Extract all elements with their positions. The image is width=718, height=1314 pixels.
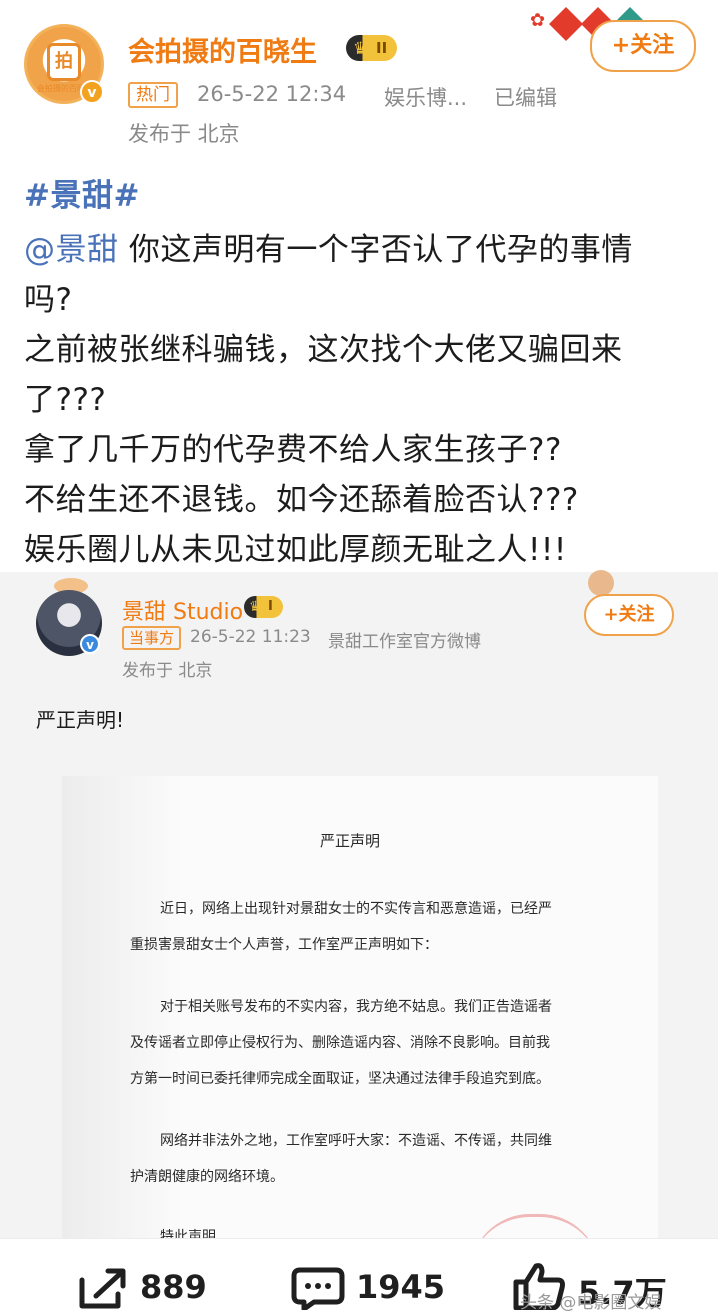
document-line: 近日，网络上出现针对景甜女士的不实传言和恶意造谣，已经严: [160, 901, 552, 917]
repost-source[interactable]: 景甜工作室官方微博: [328, 627, 481, 652]
verified-icon: v: [80, 80, 104, 104]
follow-button[interactable]: +关注: [590, 20, 696, 72]
crown-icon: ♛: [249, 599, 262, 615]
share-icon[interactable]: [78, 1266, 130, 1310]
hot-tag: 热门: [128, 82, 178, 108]
level-badge: ♛ II: [346, 35, 398, 61]
post-location: 发布于 北京: [128, 122, 240, 146]
comment-icon[interactable]: [290, 1266, 346, 1312]
post-text-line: 拿了几千万的代孕费不给人家生孩子??: [24, 432, 562, 468]
post-text-line: 娱乐圈儿从未见过如此厚颜无耻之人!!!: [24, 532, 567, 568]
comment-count[interactable]: 1945: [356, 1268, 445, 1306]
document-line: 对于相关账号发布的不实内容，我方绝不姑息。我们正告造谣者: [160, 999, 552, 1015]
post-text-line: 之前被张继科骗钱，这次找个大佬又骗回来: [24, 332, 623, 368]
repost-timestamp: 26-5-22 11:23: [190, 627, 311, 647]
document-line: 护清朗健康的网络环境。: [130, 1169, 284, 1185]
document-line: 方第一时间已委托律师完成全面取证，坚决通过法律手段追究到底。: [130, 1071, 550, 1087]
document-title: 严正声明: [320, 832, 381, 850]
share-count[interactable]: 889: [140, 1268, 207, 1306]
post-source[interactable]: 娱乐博...: [384, 82, 467, 112]
studio-name[interactable]: 景甜 Studio: [122, 594, 243, 626]
repost-text: 严正声明!: [36, 708, 125, 732]
author-name[interactable]: 会拍摄的百晓生: [128, 30, 317, 69]
document-line: 重损害景甜女士个人声誉，工作室严正声明如下：: [130, 937, 438, 953]
edited-label[interactable]: 已编辑: [494, 82, 557, 112]
watermark: 头条 @电影圈文娱: [520, 1293, 662, 1313]
document-line: 及传谣者立即停止侵权行为、删除造谣内容、消除不良影响。目前我: [130, 1035, 550, 1051]
post-timestamp: 26-5-22 12:34: [197, 82, 347, 106]
level-badge: ♛ I: [244, 596, 283, 618]
post-text-line: 了???: [24, 382, 107, 418]
crown-icon: ♛: [353, 39, 369, 59]
camera-logo-icon: 拍: [47, 43, 81, 81]
post-text-line: @景甜 你这声明有一个字否认了代孕的事情: [24, 232, 633, 268]
verified-icon: v: [80, 634, 100, 654]
hashtag-link[interactable]: #景甜#: [24, 170, 140, 215]
party-tag: 当事方: [122, 626, 182, 650]
post-text-line: 不给生还不退钱。如今还舔着脸否认???: [24, 482, 579, 518]
repost-location: 发布于 北京: [122, 661, 213, 681]
post-text-line: 吗?: [24, 282, 73, 318]
document-line: 网络并非法外之地，工作室呼吁大家：不造谣、不传谣，共同维: [160, 1133, 552, 1149]
mention-link[interactable]: @景甜: [24, 232, 119, 268]
follow-button[interactable]: +关注: [584, 594, 674, 636]
